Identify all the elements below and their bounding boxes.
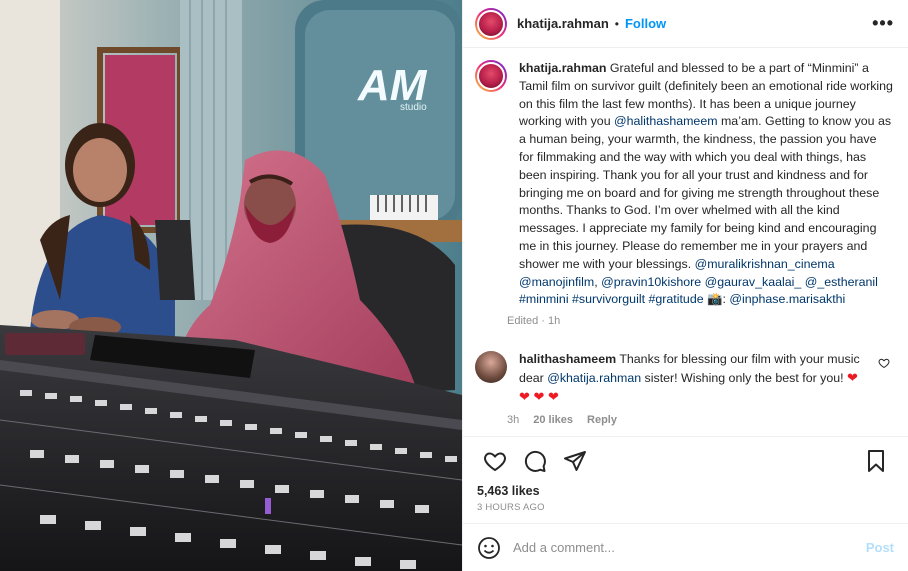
like-comment-heart-icon[interactable]	[878, 357, 890, 369]
mention-muralikrishnan[interactable]: @muralikrishnan_cinema	[695, 257, 835, 271]
paper-plane-icon	[564, 450, 586, 471]
mention-inphase-marisakthi[interactable]: @inphase.marisakthi	[729, 292, 845, 306]
caption-username[interactable]: khatija.rahman	[519, 61, 606, 75]
reply-button[interactable]: Reply	[587, 414, 617, 426]
mention-pravin10kishore[interactable]: @pravin10kishore	[601, 275, 701, 289]
share-button[interactable]	[555, 441, 595, 481]
edited-label: Edited	[507, 315, 539, 328]
author-username[interactable]: khatija.rahman	[517, 16, 609, 31]
comment-meta: 3h 20 likes Reply	[507, 414, 894, 426]
post-comment-button[interactable]: Post	[866, 540, 894, 555]
comment-bubble-icon	[524, 450, 546, 472]
heart-emoji: ❤	[847, 369, 858, 385]
mention-khatija-rahman[interactable]: @khatija.rahman	[547, 371, 641, 385]
edited-time: 1h	[547, 315, 561, 328]
bookmark-icon	[868, 449, 884, 472]
mention-estheranil[interactable]: @_estheranil	[805, 275, 878, 289]
emoji-icon[interactable]	[477, 536, 501, 560]
caption-body-2: ma’am. Getting to know you as a human be…	[519, 114, 892, 271]
author-avatar[interactable]	[475, 7, 507, 40]
hashtag-survivorguilt[interactable]: #survivorguilt	[572, 292, 645, 306]
more-options-icon[interactable]: •••	[872, 13, 894, 34]
heart-icon	[484, 451, 506, 471]
comment-time: 3h	[507, 413, 520, 426]
likes-count[interactable]: 5,463 likes	[463, 484, 908, 498]
studio-sign-sub: studio	[400, 102, 427, 113]
caption-text: khatija.rahman Grateful and blessed to b…	[519, 61, 893, 307]
post-panel: khatija.rahman • Follow ••• khatija.rahm…	[462, 0, 908, 571]
hashtag-minmini[interactable]: #minmini	[519, 292, 569, 306]
save-button[interactable]	[856, 441, 896, 481]
comment-button[interactable]	[515, 441, 555, 481]
hearts-emoji-line: ❤ ❤ ❤	[519, 388, 559, 404]
post-photo[interactable]: AM studio	[0, 0, 462, 571]
caption-author-avatar[interactable]	[475, 60, 507, 92]
mention-halithashameem[interactable]: @halithashameem	[614, 114, 718, 128]
action-bar	[463, 436, 908, 484]
studio-photo-illustration: AM studio	[0, 0, 462, 571]
like-button[interactable]	[475, 441, 515, 481]
commenter-username[interactable]: halithashameem	[519, 352, 616, 366]
follow-button[interactable]: Follow	[625, 16, 666, 31]
separator-dot: •	[614, 16, 619, 31]
hashtag-gratitude[interactable]: #gratitude	[648, 292, 703, 306]
comments-area[interactable]: khatija.rahman Grateful and blessed to b…	[463, 48, 908, 436]
post-header: khatija.rahman • Follow •••	[463, 0, 908, 48]
post-caption: khatija.rahman Grateful and blessed to b…	[475, 60, 894, 327]
comment-likes[interactable]: 20 likes	[533, 414, 573, 426]
mention-manojinfilm[interactable]: @manojinfilm	[519, 275, 594, 289]
post-timestamp: 3 HOURS AGO	[477, 502, 545, 513]
add-comment-bar: Post	[463, 523, 908, 571]
commenter-avatar[interactable]	[475, 351, 507, 384]
camera-emoji: 📸	[707, 292, 723, 307]
comment-body-2: sister! Wishing only the best for you!	[641, 370, 848, 385]
comment-input[interactable]	[513, 540, 866, 555]
caption-meta: Edited · 1h	[507, 315, 561, 328]
mention-gaurav-kaalai[interactable]: @gaurav_kaalai_	[705, 275, 802, 289]
comment-item: halithashameem Thanks for blessing our f…	[475, 351, 894, 426]
comment-text: halithashameem Thanks for blessing our f…	[519, 351, 894, 406]
